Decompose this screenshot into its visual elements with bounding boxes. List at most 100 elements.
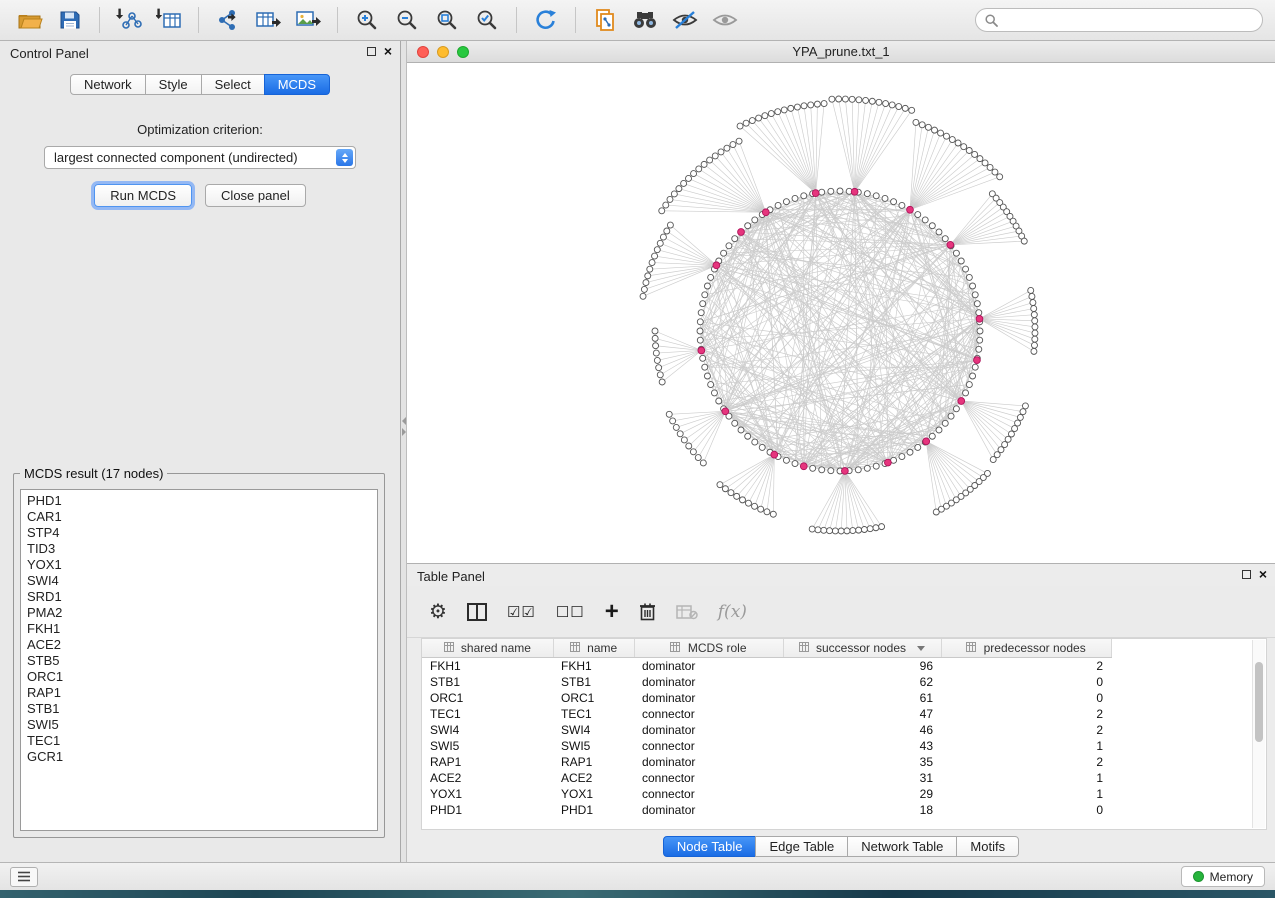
task-history-button[interactable] bbox=[10, 867, 38, 887]
table-cell[interactable]: 2 bbox=[941, 754, 1111, 770]
tab-edge-table[interactable]: Edge Table bbox=[755, 836, 848, 857]
deselect-all-icon[interactable]: ☐☐ bbox=[556, 599, 585, 625]
table-cell[interactable]: dominator bbox=[634, 690, 783, 706]
run-mcds-button[interactable]: Run MCDS bbox=[94, 184, 192, 207]
table-row[interactable]: PHD1PHD1dominator180 bbox=[422, 802, 1111, 818]
table-cell[interactable]: SWI4 bbox=[553, 722, 634, 738]
network-canvas[interactable] bbox=[407, 63, 1275, 563]
search-input[interactable] bbox=[1004, 13, 1253, 27]
close-panel-icon[interactable]: × bbox=[384, 46, 392, 56]
table-cell[interactable]: dominator bbox=[634, 802, 783, 818]
table-row[interactable]: ORC1ORC1dominator610 bbox=[422, 690, 1111, 706]
table-cell[interactable]: YOX1 bbox=[422, 786, 553, 802]
list-item[interactable]: GCR1 bbox=[27, 749, 377, 765]
table-cell[interactable]: TEC1 bbox=[553, 706, 634, 722]
table-cell[interactable]: 1 bbox=[941, 786, 1111, 802]
table-cell[interactable]: 29 bbox=[783, 786, 941, 802]
table-cell[interactable]: 47 bbox=[783, 706, 941, 722]
clone-network-icon[interactable] bbox=[587, 5, 623, 35]
table-cell[interactable]: 35 bbox=[783, 754, 941, 770]
zoom-selected-icon[interactable] bbox=[469, 5, 505, 35]
list-item[interactable]: PMA2 bbox=[27, 605, 377, 621]
float-panel-icon[interactable] bbox=[367, 47, 376, 56]
table-cell[interactable]: 18 bbox=[783, 802, 941, 818]
table-cell[interactable]: STB1 bbox=[422, 674, 553, 690]
table-row[interactable]: TEC1TEC1connector472 bbox=[422, 706, 1111, 722]
export-table-icon[interactable] bbox=[250, 5, 286, 35]
table-cell[interactable]: SWI4 bbox=[422, 722, 553, 738]
list-item[interactable]: CAR1 bbox=[27, 509, 377, 525]
column-header-successor-nodes[interactable]: successor nodes bbox=[783, 639, 941, 657]
zoom-in-icon[interactable] bbox=[349, 5, 385, 35]
list-item[interactable]: PHD1 bbox=[27, 493, 377, 509]
maximize-window-icon[interactable] bbox=[457, 46, 469, 58]
toggle-columns-icon[interactable] bbox=[467, 599, 487, 625]
table-scrollbar-thumb[interactable] bbox=[1255, 662, 1263, 742]
table-row[interactable]: RAP1RAP1dominator352 bbox=[422, 754, 1111, 770]
table-cell[interactable]: SWI5 bbox=[553, 738, 634, 754]
export-network-icon[interactable] bbox=[210, 5, 246, 35]
list-item[interactable]: STB1 bbox=[27, 701, 377, 717]
tab-network[interactable]: Network bbox=[70, 74, 146, 95]
table-row[interactable]: FKH1FKH1dominator962 bbox=[422, 657, 1111, 674]
float-table-panel-icon[interactable] bbox=[1242, 570, 1251, 579]
table-cell[interactable]: RAP1 bbox=[553, 754, 634, 770]
network-graph[interactable] bbox=[407, 63, 1275, 563]
column-header-shared-name[interactable]: shared name bbox=[422, 639, 553, 657]
list-item[interactable]: STB5 bbox=[27, 653, 377, 669]
minimize-window-icon[interactable] bbox=[437, 46, 449, 58]
list-item[interactable]: STP4 bbox=[27, 525, 377, 541]
table-cell[interactable]: FKH1 bbox=[553, 657, 634, 674]
table-cell[interactable]: 31 bbox=[783, 770, 941, 786]
memory-button[interactable]: Memory bbox=[1181, 866, 1265, 887]
table-cell[interactable]: 96 bbox=[783, 657, 941, 674]
table-cell[interactable]: 43 bbox=[783, 738, 941, 754]
table-settings-icon[interactable]: ⚙ bbox=[429, 599, 447, 625]
table-cell[interactable]: 1 bbox=[941, 738, 1111, 754]
hide-selected-icon[interactable] bbox=[667, 5, 703, 35]
table-cell[interactable]: STB1 bbox=[553, 674, 634, 690]
table-cell[interactable]: ACE2 bbox=[422, 770, 553, 786]
table-cell[interactable]: 2 bbox=[941, 706, 1111, 722]
tab-node-table[interactable]: Node Table bbox=[663, 836, 757, 857]
add-column-icon[interactable]: + bbox=[605, 599, 619, 625]
list-item[interactable]: RAP1 bbox=[27, 685, 377, 701]
tab-motifs[interactable]: Motifs bbox=[956, 836, 1019, 857]
list-item[interactable]: TEC1 bbox=[27, 733, 377, 749]
close-table-panel-icon[interactable]: × bbox=[1259, 569, 1267, 579]
table-cell[interactable]: 62 bbox=[783, 674, 941, 690]
list-item[interactable]: SWI5 bbox=[27, 717, 377, 733]
list-item[interactable]: SRD1 bbox=[27, 589, 377, 605]
table-row[interactable]: SWI4SWI4dominator462 bbox=[422, 722, 1111, 738]
table-cell[interactable]: FKH1 bbox=[422, 657, 553, 674]
import-network-icon[interactable] bbox=[111, 5, 147, 35]
list-item[interactable]: ACE2 bbox=[27, 637, 377, 653]
table-cell[interactable]: 1 bbox=[941, 770, 1111, 786]
table-cell[interactable]: PHD1 bbox=[553, 802, 634, 818]
table-cell[interactable]: 0 bbox=[941, 674, 1111, 690]
show-all-icon[interactable] bbox=[707, 5, 743, 35]
table-row[interactable]: STB1STB1dominator620 bbox=[422, 674, 1111, 690]
table-cell[interactable]: connector bbox=[634, 770, 783, 786]
sort-caret-icon[interactable] bbox=[917, 646, 925, 651]
table-row[interactable]: YOX1YOX1connector291 bbox=[422, 786, 1111, 802]
table-cell[interactable]: connector bbox=[634, 786, 783, 802]
splitter-grip-icon[interactable] bbox=[401, 413, 406, 439]
table-cell[interactable]: connector bbox=[634, 706, 783, 722]
table-cell[interactable]: SWI5 bbox=[422, 738, 553, 754]
table-row[interactable]: SWI5SWI5connector431 bbox=[422, 738, 1111, 754]
column-header-predecessor-nodes[interactable]: predecessor nodes bbox=[941, 639, 1111, 657]
tab-select[interactable]: Select bbox=[201, 74, 265, 95]
list-item[interactable]: YOX1 bbox=[27, 557, 377, 573]
table-row[interactable]: ACE2ACE2connector311 bbox=[422, 770, 1111, 786]
export-image-icon[interactable] bbox=[290, 5, 326, 35]
search-objects-icon[interactable] bbox=[627, 5, 663, 35]
table-cell[interactable]: 0 bbox=[941, 690, 1111, 706]
delete-column-icon[interactable] bbox=[639, 599, 656, 625]
close-panel-button[interactable]: Close panel bbox=[205, 184, 306, 207]
tab-style[interactable]: Style bbox=[145, 74, 202, 95]
table-scrollbar[interactable] bbox=[1252, 640, 1265, 828]
save-icon[interactable] bbox=[52, 5, 88, 35]
optimization-criterion-select[interactable]: largest connected component (undirected) bbox=[44, 146, 356, 169]
table-cell[interactable]: dominator bbox=[634, 674, 783, 690]
